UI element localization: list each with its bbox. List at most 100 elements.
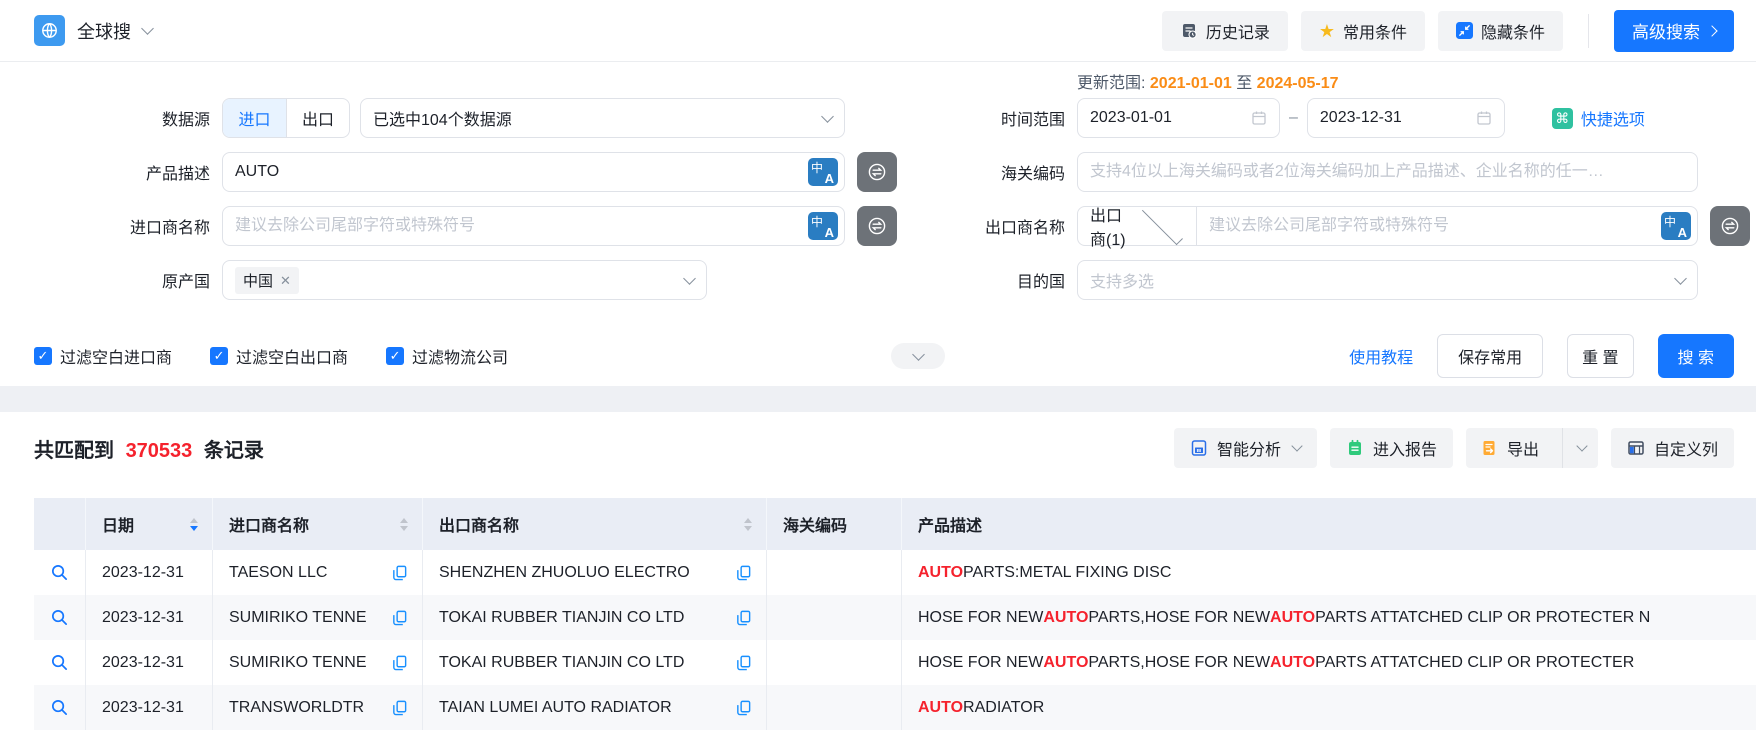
header-exporter[interactable]: 出口商名称 xyxy=(423,498,767,550)
header-importer[interactable]: 进口商名称 xyxy=(213,498,423,550)
reset-button[interactable]: 重 置 xyxy=(1567,334,1634,378)
tutorial-link[interactable]: 使用教程 xyxy=(1349,344,1413,368)
row-search-button[interactable] xyxy=(50,653,69,672)
detail-cell xyxy=(34,550,86,595)
copy-button[interactable] xyxy=(391,564,408,581)
exporter-cell[interactable]: TAIAN LUMEI AUTO RADIATOR xyxy=(423,685,767,730)
hs-code-cell xyxy=(767,640,902,685)
product-desc-cell: HOSE FOR NEW AUTO PARTS,HOSE FOR NEW AUT… xyxy=(918,653,1635,671)
export-main[interactable]: 导出 xyxy=(1466,428,1553,468)
date-cell: 2023-12-31 xyxy=(86,640,213,685)
synonym-search-button[interactable] xyxy=(1710,206,1750,246)
row-search-button[interactable] xyxy=(50,563,69,582)
filter-logistics-checkbox[interactable]: ✓ 过滤物流公司 xyxy=(386,344,508,368)
export-button[interactable]: 导出 xyxy=(1465,428,1598,468)
copy-button[interactable] xyxy=(735,564,752,581)
translate-icon[interactable]: 中A xyxy=(1661,212,1691,240)
copy-button[interactable] xyxy=(735,699,752,716)
dest-country-label: 目的国 xyxy=(1016,274,1065,291)
checkbox-checked-icon: ✓ xyxy=(210,347,229,365)
sort-icon[interactable] xyxy=(400,517,408,531)
origin-country-label: 原产国 xyxy=(161,274,210,291)
field-importer: 进口商名称 中A xyxy=(34,206,914,246)
exporter-input[interactable] xyxy=(1197,207,1661,245)
importer-cell[interactable]: SUMIRIKO TENNE xyxy=(213,595,423,640)
dest-country-select[interactable]: 支持多选 xyxy=(1077,260,1698,300)
importer-cell[interactable]: SUMIRIKO TENNE xyxy=(213,640,423,685)
data-source-select[interactable]: 已选中104个数据源 xyxy=(360,98,845,138)
copy-button[interactable] xyxy=(391,609,408,626)
exporter-type-select[interactable]: 出口商(1) xyxy=(1078,203,1197,249)
filter-blank-importer-checkbox[interactable]: ✓ 过滤空白进口商 xyxy=(34,344,172,368)
chevron-down-icon xyxy=(1141,203,1183,245)
advanced-search-button[interactable]: 高级搜索 xyxy=(1614,9,1734,52)
copy-icon xyxy=(393,655,407,671)
table-row: 2023-12-31 TAESON LLC SHENZHEN ZHUOLUO ELE… xyxy=(34,550,1756,595)
export-icon xyxy=(1483,441,1495,455)
data-source-label: 数据源 xyxy=(161,112,210,129)
importer-input[interactable] xyxy=(223,207,808,245)
product-desc-input[interactable] xyxy=(223,153,808,191)
exchange-icon xyxy=(1721,217,1739,235)
origin-country-select[interactable]: 中国 ✕ xyxy=(222,260,707,300)
hs-code-cell xyxy=(767,550,902,595)
row-search-button[interactable] xyxy=(50,698,69,717)
table-row: 2023-12-31 SUMIRIKO TENNE TOKAI RUBBER TIA… xyxy=(34,640,1756,685)
hide-conditions-button[interactable]: 隐藏条件 xyxy=(1437,10,1563,51)
copy-icon xyxy=(393,700,407,716)
search-button[interactable]: 搜 索 xyxy=(1657,334,1734,378)
copy-icon xyxy=(737,700,751,716)
tab-export[interactable]: 出口 xyxy=(285,99,349,137)
copy-button[interactable] xyxy=(391,654,408,671)
tab-import[interactable]: 进口 xyxy=(223,99,286,137)
copy-button[interactable] xyxy=(735,609,752,626)
exporter-cell[interactable]: SHENZHEN ZHUOLUO ELECTRO xyxy=(423,550,767,595)
quick-options-link[interactable]: ⌘ 快捷选项 xyxy=(1551,106,1645,130)
exporter-cell[interactable]: TOKAI RUBBER TIANJIN CO LTD xyxy=(423,640,767,685)
app-brand[interactable]: 全球搜 xyxy=(34,15,154,46)
header-date[interactable]: 日期 xyxy=(86,498,213,550)
checkbox-checked-icon: ✓ xyxy=(386,347,405,365)
enter-report-button[interactable]: 进入报告 xyxy=(1329,428,1453,468)
field-origin-country: 原产国 中国 ✕ xyxy=(34,260,914,300)
translate-icon[interactable]: 中A xyxy=(808,158,838,186)
match-count: 370533 xyxy=(125,439,193,462)
date-cell: 2023-12-31 xyxy=(86,595,213,640)
collapse-form-button[interactable] xyxy=(891,343,945,369)
section-divider xyxy=(0,386,1756,412)
remove-tag-icon[interactable]: ✕ xyxy=(280,274,291,287)
product-desc-cell: AUTO RADIATOR xyxy=(918,698,1045,716)
chevron-right-icon xyxy=(1706,24,1718,37)
copy-icon xyxy=(393,565,407,581)
export-options-toggle[interactable] xyxy=(1561,428,1598,468)
hs-code-input[interactable] xyxy=(1078,153,1697,191)
smart-analysis-button[interactable]: BI 智能分析 xyxy=(1173,428,1317,468)
field-product-desc: 产品描述 中A xyxy=(34,152,914,192)
copy-button[interactable] xyxy=(391,699,408,716)
translate-icon[interactable]: 中A xyxy=(808,212,838,240)
synonym-search-button[interactable] xyxy=(857,152,897,192)
table-header-row: 日期 进口商名称 出口商名称 海关编码 产品描述 xyxy=(34,498,1756,550)
field-exporter: 出口商名称 出口商(1) 中A xyxy=(914,203,1756,249)
filter-blank-exporter-checkbox[interactable]: ✓ 过滤空白出口商 xyxy=(210,344,348,368)
end-date-input[interactable]: 2023-12-31 xyxy=(1306,98,1505,138)
start-date-input[interactable]: 2023-01-01 xyxy=(1077,98,1280,138)
importer-cell[interactable]: TRANSWORLDTR xyxy=(213,685,423,730)
detail-cell xyxy=(34,685,86,730)
importer-cell[interactable]: TAESON LLC xyxy=(213,550,423,595)
row-search-button[interactable] xyxy=(50,608,69,627)
history-button[interactable]: 历史记录 xyxy=(1161,10,1288,51)
custom-columns-button[interactable]: 自定义列 xyxy=(1610,428,1734,468)
chevron-down-icon[interactable] xyxy=(141,22,154,35)
calendar-icon xyxy=(1252,111,1266,125)
hs-code-inputwrap xyxy=(1077,152,1698,192)
copy-button[interactable] xyxy=(735,654,752,671)
synonym-search-button[interactable] xyxy=(857,206,897,246)
sort-icon[interactable] xyxy=(744,517,752,531)
save-common-button[interactable]: 保存常用 xyxy=(1437,334,1544,378)
divider xyxy=(1588,13,1589,48)
exporter-cell[interactable]: TOKAI RUBBER TIANJIN CO LTD xyxy=(423,595,767,640)
importer-label: 进口商名称 xyxy=(129,220,210,237)
sort-icon[interactable] xyxy=(190,517,198,531)
favorites-button[interactable]: ★ 常用条件 xyxy=(1300,10,1425,51)
